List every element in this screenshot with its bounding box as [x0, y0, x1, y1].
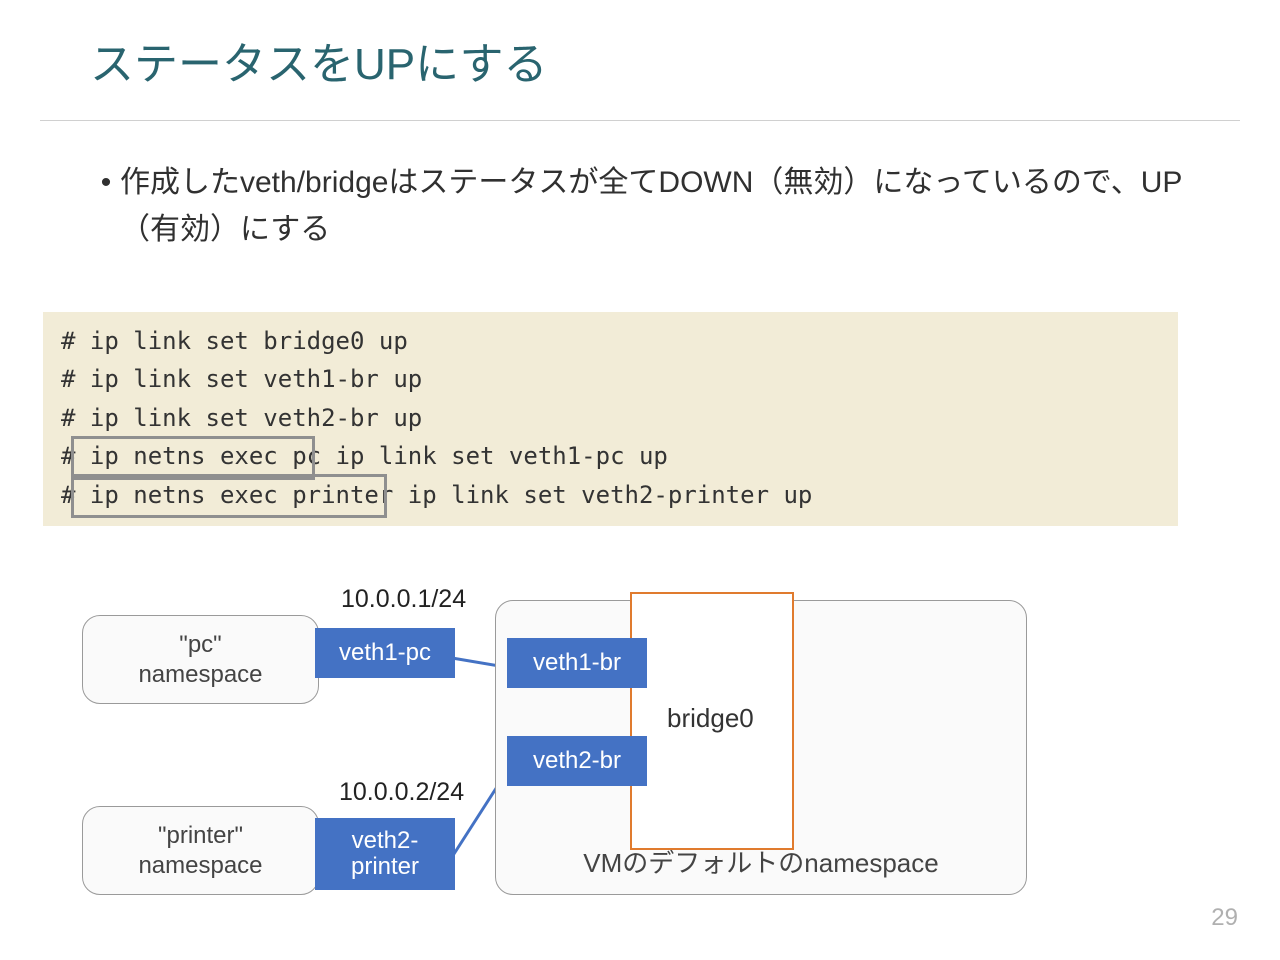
veth2-printer-label-1: veth2-: [352, 828, 419, 854]
pc-namespace-box: "pc" namespace: [82, 615, 319, 704]
pc-namespace-label-1: "pc": [83, 630, 318, 660]
code-line-1: # ip link set bridge0 up: [61, 322, 1160, 360]
veth2-printer-label-2: printer: [351, 854, 419, 880]
bullet-content: 作成したveth/bridgeはステータスが全てDOWN（無効）になっているので…: [120, 166, 1182, 246]
veth2-br-box: veth2-br: [507, 736, 647, 786]
printer-namespace-label-1: "printer": [83, 821, 318, 851]
ip-label-2: 10.0.0.2/24: [339, 778, 464, 807]
code-line-2: # ip link set veth1-br up: [61, 360, 1160, 398]
slide-title: ステータスをUPにする: [90, 28, 548, 92]
bridge-label: bridge0: [667, 703, 754, 734]
page-number: 29: [1211, 904, 1238, 932]
divider: [40, 120, 1240, 121]
code-block: # ip link set bridge0 up # ip link set v…: [43, 312, 1178, 526]
veth1-br-box: veth1-br: [507, 638, 647, 688]
printer-namespace-label-2: namespace: [83, 851, 318, 881]
ip-label-1: 10.0.0.1/24: [341, 585, 466, 614]
code-line-3: # ip link set veth2-br up: [61, 399, 1160, 437]
veth2-printer-box: veth2- printer: [315, 818, 455, 890]
bullet-text: •作成したveth/bridgeはステータスが全てDOWN（無効）になっているの…: [120, 160, 1190, 253]
network-diagram: "pc" namespace "printer" namespace VMのデフ…: [75, 590, 1035, 930]
pc-namespace-label-2: namespace: [83, 660, 318, 690]
printer-namespace-box: "printer" namespace: [82, 806, 319, 895]
highlight-box-2: [71, 474, 387, 518]
veth1-pc-box: veth1-pc: [315, 628, 455, 678]
